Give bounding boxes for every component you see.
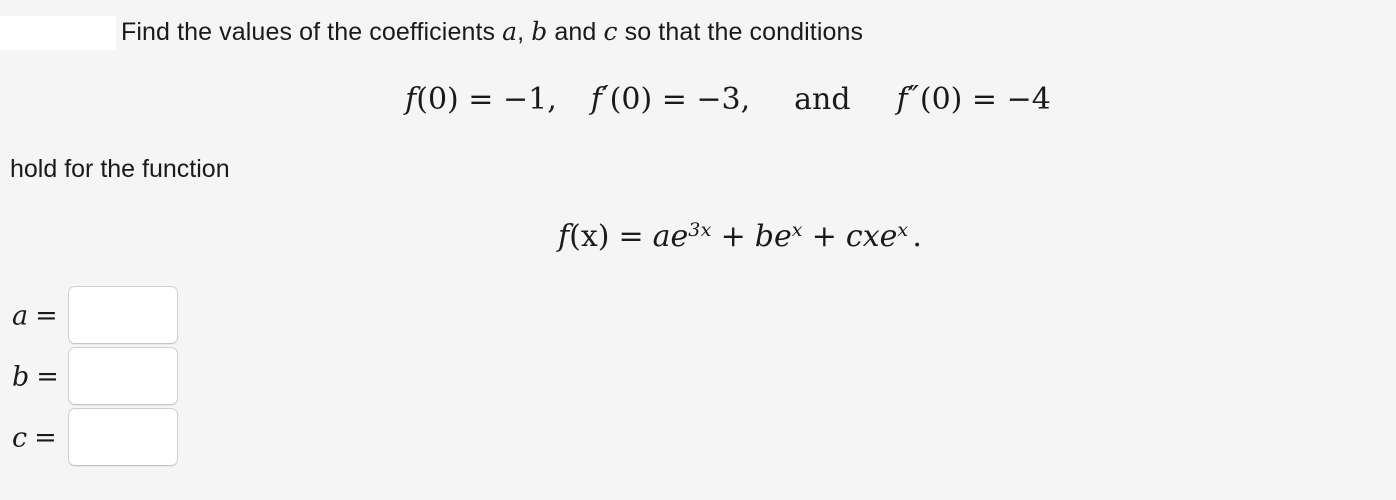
condition-3-value: −4 (1006, 82, 1051, 117)
condition-2-value: −3, (696, 82, 751, 117)
condition-1-argument: (0) (416, 82, 459, 117)
function-term-2-coefficient: be (754, 219, 792, 254)
condition-2-argument: (0) (609, 82, 653, 117)
function-term-1-coefficient: ae (652, 219, 689, 254)
function-lhs-symbol: f (558, 219, 570, 254)
top-left-white-block (0, 16, 116, 50)
answer-input-a[interactable] (68, 286, 178, 344)
prompt-text-part-1: Find the values of the coefficients (121, 18, 503, 46)
answer-label-b: b = (12, 361, 59, 392)
condition-1-relation: = (458, 82, 503, 117)
condition-fdoubleprime-at-zero: f″(0) = −4 (897, 80, 1051, 117)
function-term-2-exponent: x (791, 219, 803, 241)
answer-label-c-equals: = (34, 422, 57, 453)
function-definition-inner: f(x) = ae3x + bex + cxex. (558, 214, 922, 260)
prompt-variable-a: a (502, 17, 518, 46)
answer-label-b-symbol: b (12, 361, 30, 392)
answer-label-a-equals: = (35, 300, 58, 331)
prompt-variable-c: c (603, 17, 618, 46)
function-plus-sign-1: + (720, 219, 746, 254)
answer-label-c-symbol: c (12, 422, 28, 453)
function-period: . (912, 219, 922, 254)
hold-for-function-text: hold for the function (10, 155, 230, 183)
function-definition-line: f(x) = ae3x + bex + cxex. (0, 214, 1396, 260)
condition-1-function: f (405, 82, 417, 117)
condition-2-relation: = (652, 82, 697, 117)
condition-3-function: f (896, 82, 908, 117)
function-equals-sign: = (618, 219, 644, 254)
condition-fprime-at-zero: f′(0) = −3, (591, 80, 750, 117)
answer-input-b[interactable] (68, 347, 178, 405)
conditions-equation-line: f(0) = −1, f′(0) = −3, and f″(0) = −4 (0, 78, 1396, 122)
answer-input-c[interactable] (68, 408, 178, 466)
function-term-3-exponent: x (897, 219, 909, 241)
function-lhs-argument: (x) (569, 219, 610, 254)
conditions-equation-inner: f(0) = −1, f′(0) = −3, and f″(0) = −4 (405, 78, 1051, 122)
answer-label-a-symbol: a (12, 300, 29, 331)
conditions-conjunction: and (794, 82, 851, 117)
answer-label-b-equals: = (36, 361, 59, 392)
prompt-separator-2: and (547, 18, 604, 46)
condition-2-function: f (590, 82, 602, 117)
condition-1-value: −1, (502, 82, 557, 117)
condition-3-argument: (0) (919, 82, 963, 117)
condition-f-at-zero: f(0) = −1, (405, 82, 557, 117)
prompt-separator-1: , (517, 18, 532, 46)
condition-3-prime: ″ (907, 80, 920, 115)
condition-3-relation: = (962, 82, 1007, 117)
condition-2-prime: ′ (601, 80, 610, 115)
question-prompt: Find the values of the coefficients a, b… (121, 14, 863, 50)
function-plus-sign-2: + (811, 219, 837, 254)
function-term-3-coefficient: cxe (845, 219, 898, 254)
answer-label-c: c = (12, 422, 57, 453)
function-term-1-exponent: 3x (688, 219, 712, 241)
answer-label-a: a = (12, 300, 58, 331)
prompt-variable-b: b (531, 17, 548, 46)
prompt-text-part-2: so that the conditions (617, 18, 864, 46)
